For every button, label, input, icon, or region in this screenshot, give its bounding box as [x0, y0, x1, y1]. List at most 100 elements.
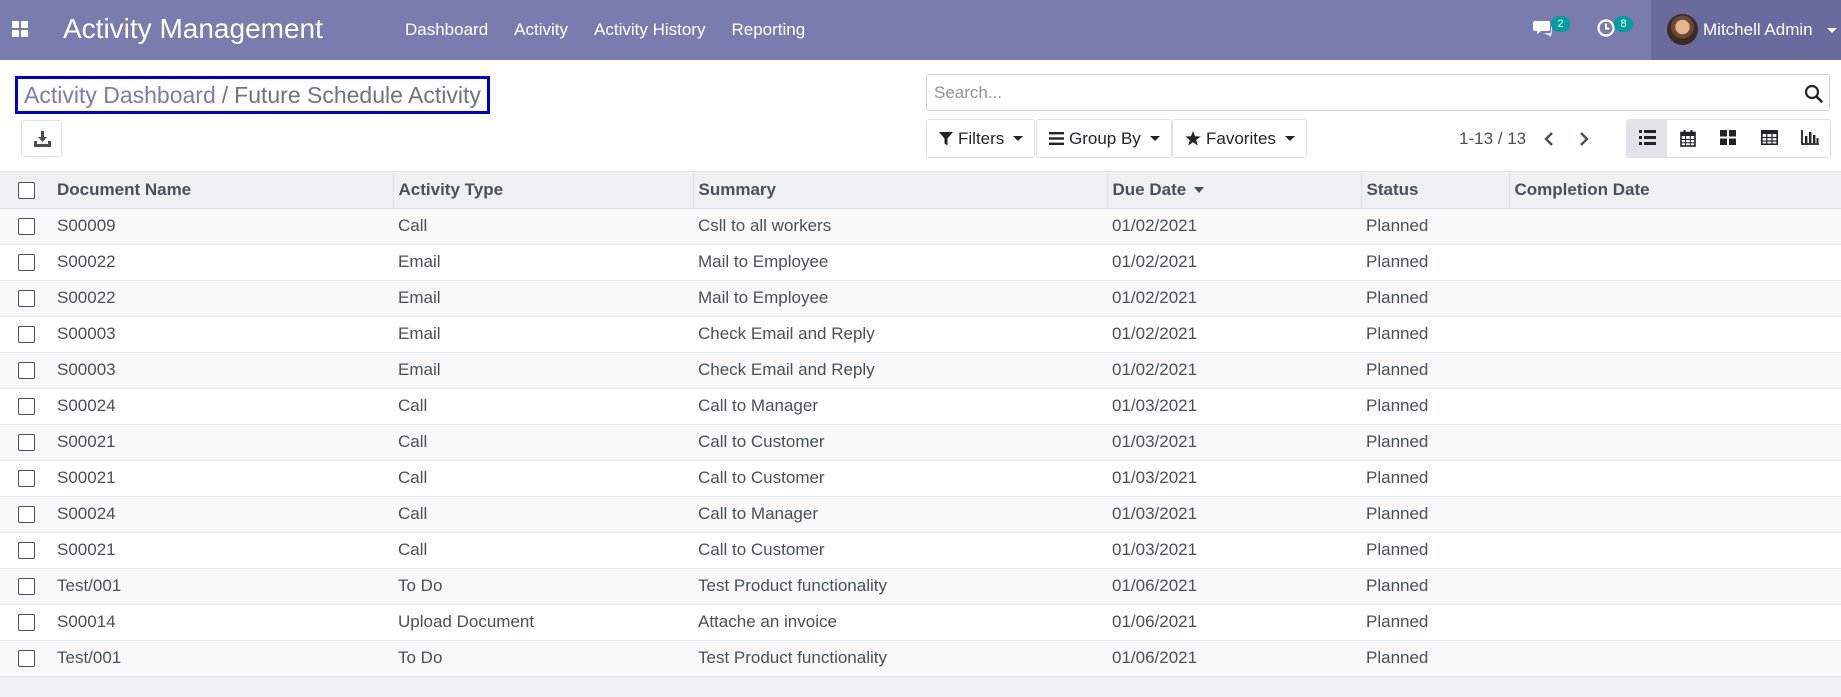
chat-icon [1533, 21, 1553, 37]
kanban-view-button[interactable] [1708, 120, 1749, 157]
list-view-button[interactable] [1627, 120, 1668, 157]
export-button[interactable] [21, 120, 62, 157]
filters-button[interactable]: Filters [926, 119, 1036, 158]
breadcrumb-current: Future Schedule Activity [234, 82, 481, 108]
cell-status: Planned [1361, 459, 1509, 496]
cell-summary: Attache an invoice [693, 603, 1107, 640]
search-icon[interactable] [1804, 84, 1823, 103]
table-row[interactable]: S00014 Upload Document Attache an invoice 0… [0, 603, 1841, 640]
row-checkbox[interactable] [17, 254, 35, 272]
row-checkbox[interactable] [17, 470, 35, 488]
cell-status: Planned [1361, 351, 1509, 388]
select-all-checkbox[interactable] [17, 181, 35, 199]
column-header-summary[interactable]: Summary [693, 172, 1108, 209]
graph-view-icon [1801, 130, 1820, 145]
breadcrumb-parent-link[interactable]: Activity Dashboard [24, 82, 216, 108]
cell-due-date: 01/02/2021 [1107, 279, 1361, 316]
row-checkbox[interactable] [17, 614, 35, 632]
cell-due-date: 01/03/2021 [1107, 387, 1361, 424]
row-checkbox[interactable] [17, 650, 35, 668]
menu-item-reporting[interactable]: Reporting [718, 0, 818, 60]
cell-completion-date [1509, 531, 1841, 568]
breadcrumb: Activity Dashboard / Future Schedule Activ… [15, 76, 490, 114]
cell-document-name: S00021 [52, 423, 393, 460]
cell-summary: Call to Customer [693, 459, 1107, 496]
due-date-label: Due Date [1112, 179, 1187, 199]
row-checkbox[interactable] [17, 326, 35, 344]
cell-activity-type: Email [393, 279, 693, 316]
column-header-completion-date[interactable]: Completion Date [1509, 172, 1841, 209]
apps-menu-icon[interactable] [12, 21, 30, 39]
row-checkbox[interactable] [17, 434, 35, 452]
favorites-button[interactable]: Favorites [1172, 119, 1307, 158]
chevron-down-icon [1827, 28, 1837, 33]
table-row[interactable]: S00022 Email Mail to Employee 01/02/2021 Pla… [0, 279, 1841, 316]
pager-previous-button[interactable] [1538, 127, 1562, 151]
menu-item-activity-history[interactable]: Activity History [581, 0, 718, 60]
table-row[interactable]: S00021 Call Call to Customer 01/03/2021 Plan… [0, 459, 1841, 496]
cell-document-name: S00003 [52, 315, 393, 352]
cell-document-name: S00022 [52, 243, 393, 280]
graph-view-button[interactable] [1789, 120, 1830, 157]
top-navbar: Activity Management Dashboard Activity A… [0, 0, 1841, 60]
cell-status: Planned [1361, 315, 1509, 352]
row-select-cell [0, 351, 52, 388]
cell-activity-type: Call [393, 459, 693, 496]
table-row[interactable]: Test/001 To Do Test Product functionality 0… [0, 639, 1841, 676]
cell-activity-type: Call [393, 387, 693, 424]
table-row[interactable]: S00021 Call Call to Customer 01/03/2021 Plan… [0, 531, 1841, 568]
column-header-status[interactable]: Status [1361, 172, 1510, 209]
group-by-button[interactable]: Group By [1036, 119, 1172, 158]
search-input[interactable] [934, 75, 1794, 110]
caret-down-icon [1284, 136, 1295, 141]
pager-next-button[interactable] [1573, 127, 1597, 151]
table-row[interactable]: S00009 Call Csll to all workers 01/02/2021 P… [0, 207, 1841, 244]
table-row[interactable]: S00022 Email Mail to Employee 01/02/2021 Pla… [0, 243, 1841, 280]
row-checkbox[interactable] [17, 290, 35, 308]
table-row[interactable]: S00024 Call Call to Manager 01/03/2021 Plann… [0, 495, 1841, 532]
list-view: Document Name Activity Type Summary Due … [0, 172, 1841, 697]
table-row[interactable]: S00024 Call Call to Manager 01/03/2021 Plann… [0, 387, 1841, 424]
user-menu[interactable]: Mitchell Admin [1651, 0, 1841, 60]
activity-table: Document Name Activity Type Summary Due … [0, 172, 1841, 676]
cell-activity-type: Upload Document [393, 603, 693, 640]
messages-count-badge: 2 [1551, 16, 1570, 32]
pager-value[interactable]: 1-13 / 13 [1459, 129, 1526, 149]
cell-document-name: S00021 [52, 459, 393, 496]
calendar-view-icon [1679, 130, 1696, 147]
activities-button[interactable]: 8 [1596, 16, 1633, 42]
cell-completion-date [1509, 423, 1841, 460]
row-checkbox[interactable] [17, 542, 35, 560]
column-header-due-date[interactable]: Due Date [1107, 172, 1362, 209]
cell-completion-date [1509, 639, 1841, 676]
cell-status: Planned [1361, 243, 1509, 280]
row-checkbox[interactable] [17, 578, 35, 596]
star-icon [1185, 131, 1201, 146]
menu-item-activity[interactable]: Activity [501, 0, 581, 60]
row-select-cell [0, 315, 52, 352]
table-row[interactable]: S00003 Email Check Email and Reply 01/02/20… [0, 315, 1841, 352]
calendar-view-button[interactable] [1667, 120, 1709, 157]
row-checkbox[interactable] [17, 398, 35, 416]
column-header-document-name[interactable]: Document Name [52, 172, 394, 209]
row-checkbox[interactable] [17, 362, 35, 380]
menu-item-dashboard[interactable]: Dashboard [392, 0, 501, 60]
cell-summary: Mail to Employee [693, 243, 1107, 280]
row-checkbox[interactable] [17, 218, 35, 236]
cell-activity-type: Call [393, 495, 693, 532]
messages-button[interactable]: 2 [1533, 16, 1570, 42]
cell-completion-date [1509, 387, 1841, 424]
row-checkbox[interactable] [17, 506, 35, 524]
chevron-left-icon [1544, 132, 1553, 146]
group-by-label: Group By [1069, 129, 1141, 148]
pivot-view-button[interactable] [1748, 120, 1790, 157]
cell-document-name: S00003 [52, 351, 393, 388]
table-row[interactable]: S00003 Email Check Email and Reply 01/02/20… [0, 351, 1841, 388]
column-header-activity-type[interactable]: Activity Type [393, 172, 694, 209]
cell-summary: Call to Customer [693, 423, 1107, 460]
control-panel: Activity Dashboard / Future Schedule Activ… [0, 60, 1841, 172]
table-row[interactable]: S00021 Call Call to Customer 01/03/2021 Plan… [0, 423, 1841, 460]
table-row[interactable]: Test/001 To Do Test Product functionality 0… [0, 567, 1841, 604]
cell-document-name: S00022 [52, 279, 393, 316]
cell-activity-type: Email [393, 351, 693, 388]
